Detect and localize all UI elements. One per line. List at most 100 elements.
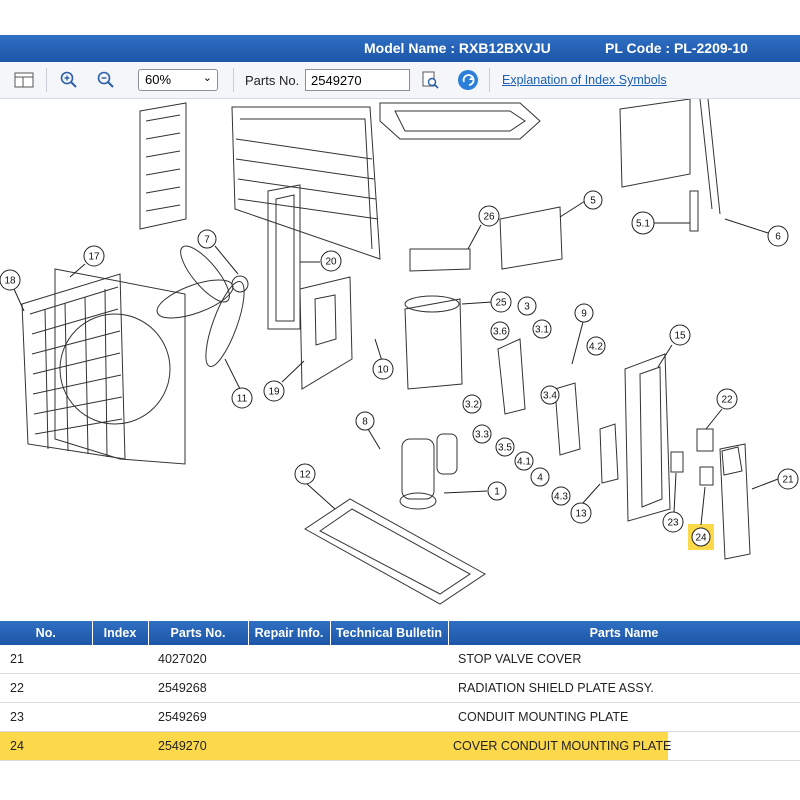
cell-bulletin [330,673,448,703]
col-index[interactable]: Index [92,621,149,645]
table-row-selected[interactable]: 24 2549270 COVER CONDUIT MOUNTING PLATE [0,731,800,761]
svg-text:21: 21 [782,475,794,486]
col-parts-name[interactable]: Parts Name [448,621,800,645]
chevron-down-icon: ⌄ [202,72,212,84]
part-drawing-fan [156,245,249,367]
callout-24[interactable]: 24 [688,486,714,550]
document-search-icon[interactable] [418,68,442,92]
callout-7[interactable]: 7 [197,229,239,275]
callout-9[interactable]: 9 [571,303,594,365]
part-drawing-stop-valve-cover [719,443,751,560]
callout-label: 1 [494,487,500,498]
part-drawing-top-panel [379,102,541,140]
cell-no: 21 [0,645,92,674]
cell-name: STOP VALVE COVER [448,645,800,674]
callout-12[interactable]: 12 [294,463,336,510]
svg-text:6: 6 [775,232,781,243]
svg-text:13: 13 [575,509,587,520]
svg-text:3.4: 3.4 [543,391,557,402]
selected-name-highlight: COVER CONDUIT MOUNTING PLATE [448,732,671,760]
cell-no: 24 [0,731,92,761]
svg-text:4.3: 4.3 [554,492,568,503]
cell-repair [248,673,330,703]
svg-text:7: 7 [204,235,210,246]
zoom-select[interactable]: 60% ⌄ [138,69,218,91]
part-drawing-pcb [619,98,721,232]
callout-20[interactable]: 20 [300,250,342,272]
callout-3-6[interactable]: 3.6 [490,321,510,341]
svg-text:8: 8 [362,417,368,428]
callout-3-2[interactable]: 3.2 [462,394,482,414]
callout-1[interactable]: 1 [443,481,507,501]
svg-text:3.5: 3.5 [498,443,512,454]
callout-6[interactable]: 6 [724,218,789,247]
callout-13[interactable]: 13 [570,483,601,524]
svg-text:12: 12 [299,470,311,481]
svg-text:26: 26 [483,212,495,223]
callout-15[interactable]: 15 [657,324,691,368]
callout-10[interactable]: 10 [372,338,394,380]
table-row[interactable]: 22 2549268 RADIATION SHIELD PLATE ASSY. [0,673,800,703]
part-drawing-motor-bracket [267,184,301,330]
callout-11[interactable]: 11 [224,358,253,409]
col-parts-no[interactable]: Parts No. [148,621,249,645]
parts-table: No. Index Parts No. Repair Info. Technic… [0,621,800,800]
svg-text:4.1: 4.1 [517,457,531,468]
callout-23[interactable]: 23 [662,472,684,533]
refresh-icon[interactable] [456,68,480,92]
cell-index [92,645,148,674]
parts-diagram: 1 3 3.1 3.2 3.3 3.4 3.5 3.6 4 4.1 4.2 4.… [0,98,800,621]
svg-text:24: 24 [695,533,707,544]
svg-text:10: 10 [377,365,389,376]
callout-17[interactable]: 17 [69,245,105,278]
callout-3-5[interactable]: 3.5 [495,437,515,457]
callout-22[interactable]: 22 [705,388,738,430]
callout-25[interactable]: 25 [461,291,512,313]
zoom-value: 60% [145,72,172,87]
toolbar-divider [46,68,47,92]
cell-name: CONDUIT MOUNTING PLATE [448,702,800,732]
svg-text:18: 18 [4,276,16,287]
parts-no-label: Parts No. [245,73,300,88]
callout-26[interactable]: 26 [467,205,500,250]
cell-no: 23 [0,702,92,732]
svg-text:23: 23 [667,518,679,529]
callout-3-1[interactable]: 3.1 [532,319,552,339]
callout-3-3[interactable]: 3.3 [472,424,492,444]
col-technical-bulletin[interactable]: Technical Bulletin [330,621,449,645]
toolbar-divider [233,68,234,92]
panel-layout-icon[interactable] [12,68,36,92]
callout-5-1[interactable]: 5.1 [631,211,690,235]
svg-text:4.2: 4.2 [589,342,603,353]
cell-parts-no: 2549269 [148,702,248,732]
callout-21[interactable]: 21 [751,468,799,490]
callout-4-1[interactable]: 4.1 [514,451,534,471]
callout-8[interactable]: 8 [355,411,381,450]
callout-4[interactable]: 4 [530,467,550,487]
callout-19[interactable]: 19 [263,360,305,402]
cell-parts-no: 4027020 [148,645,248,674]
col-no[interactable]: No. [0,621,93,645]
svg-text:3.1: 3.1 [535,325,549,336]
callout-3-4[interactable]: 3.4 [540,385,560,405]
header-bar: Model Name : RXB12BXVJU PL Code : PL-220… [0,35,800,62]
callout-4-3[interactable]: 4.3 [551,486,571,506]
callout-18[interactable]: 18 [0,269,25,312]
cell-index [92,702,148,732]
callout-4-2[interactable]: 4.2 [586,336,606,356]
col-repair-info[interactable]: Repair Info. [248,621,331,645]
table-row[interactable]: 21 4027020 STOP VALVE COVER [0,645,800,674]
callout-5[interactable]: 5 [559,190,603,218]
table-row[interactable]: 23 2549269 CONDUIT MOUNTING PLATE [0,702,800,732]
zoom-out-icon[interactable] [94,68,118,92]
part-drawing-insulation [404,295,463,390]
part-drawing-front-panel [54,268,186,465]
toolbar-divider [489,68,490,92]
zoom-in-icon[interactable] [57,68,81,92]
svg-text:4: 4 [537,473,543,484]
callout-3[interactable]: 3 [517,296,537,316]
explanation-link[interactable]: Explanation of Index Symbols [502,73,667,87]
parts-no-input[interactable] [305,69,410,91]
cell-repair [248,702,330,732]
cell-repair [248,645,330,674]
